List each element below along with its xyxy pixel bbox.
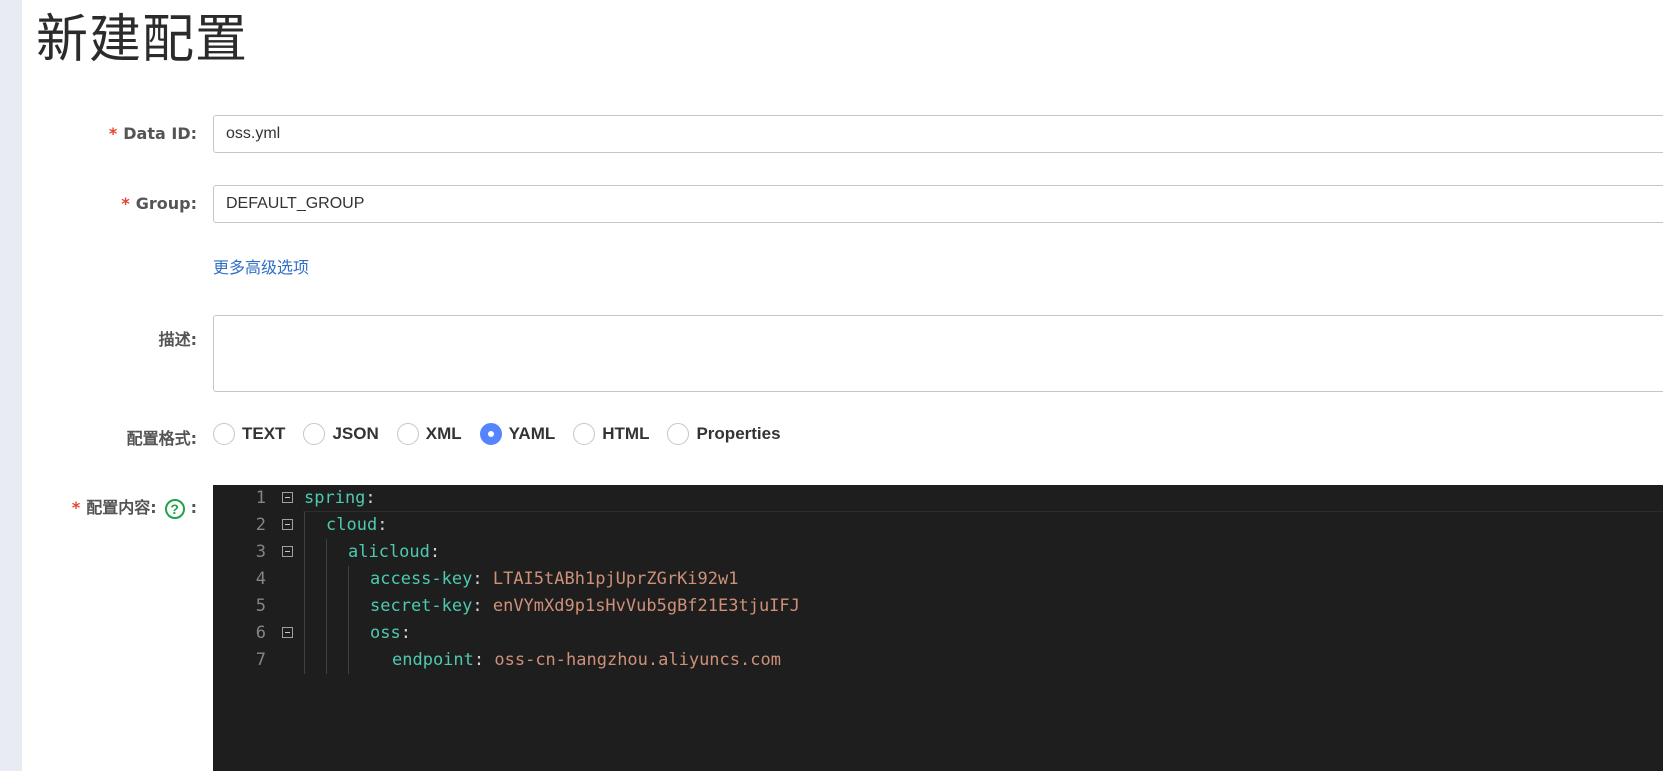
radio-button[interactable] [396, 423, 419, 445]
radio-label: Properties [696, 424, 781, 443]
format-radio-group: TEXT JSON XML YAML HTML Properties [213, 421, 799, 447]
format-option-json[interactable]: JSON [303, 423, 379, 445]
indent-guide [304, 512, 305, 674]
required-mark: * [108, 124, 118, 143]
code-text: endpoint: oss-cn-hangzhou.aliyuncs.com [392, 647, 781, 674]
yaml-key: endpoint [392, 650, 474, 670]
code-line: 4 access-key: LTAI5tABh1pjUprZGrKi92w1 [213, 566, 1663, 593]
radio-label: JSON [332, 424, 379, 443]
fold-toggle-icon[interactable] [282, 546, 293, 557]
required-mark: * [71, 498, 81, 517]
code-text: access-key: LTAI5tABh1pjUprZGrKi92w1 [370, 566, 738, 593]
fold-toggle-icon[interactable] [282, 627, 293, 638]
data-id-label-text: Data ID: [123, 124, 197, 143]
code-line: 3 alicloud: [213, 539, 1663, 566]
yaml-key: oss [370, 623, 401, 643]
line-number: 4 [255, 569, 266, 589]
yaml-separator: : [472, 596, 493, 616]
content-label: * 配置内容:?: [72, 494, 197, 519]
line-number: 6 [255, 623, 266, 643]
group-label-text: Group: [135, 194, 197, 213]
yaml-separator: : [365, 488, 376, 508]
code-line: 5 secret-key: enVYmXd9p1sHvVub5gBf21E3tju… [213, 593, 1663, 620]
code-line: 6 oss: [213, 620, 1663, 647]
code-line: 2 cloud: [213, 512, 1663, 539]
format-option-xml[interactable]: XML [396, 423, 462, 445]
yaml-value: oss-cn-hangzhou.aliyuncs.com [494, 650, 781, 670]
content-label-colon: : [190, 498, 197, 517]
yaml-key: secret-key [370, 596, 473, 616]
yaml-separator: : [400, 623, 411, 643]
yaml-key: cloud [326, 515, 378, 535]
yaml-separator: : [473, 650, 495, 670]
radio-label: XML [425, 424, 462, 443]
page-title: 新建配置 [36, 10, 249, 70]
left-sidebar-strip [0, 0, 22, 771]
advanced-options-link[interactable]: 更多高级选项 [213, 254, 309, 278]
radio-label: TEXT [242, 424, 286, 443]
group-label: * Group: [121, 194, 197, 213]
indent-guide [348, 566, 349, 674]
yaml-key: spring [304, 488, 366, 508]
radio-button[interactable] [213, 423, 235, 445]
help-icon[interactable]: ? [164, 498, 185, 519]
yaml-value: enVYmXd9p1sHvVub5gBf21E3tjuIFJ [492, 596, 800, 616]
yaml-key: access-key [370, 569, 473, 589]
format-option-html[interactable]: HTML [573, 423, 649, 445]
fold-toggle-icon[interactable] [282, 492, 293, 503]
content-label-text: 配置内容: [86, 498, 157, 517]
yaml-value: LTAI5tABh1pjUprZGrKi92w1 [492, 569, 739, 589]
code-text: oss: [370, 620, 411, 647]
yaml-separator: : [472, 569, 493, 589]
required-mark: * [121, 194, 130, 213]
radio-button[interactable] [479, 423, 502, 445]
format-option-properties[interactable]: Properties [667, 423, 781, 445]
data-id-label: * Data ID: [109, 124, 197, 143]
line-number: 1 [255, 488, 266, 508]
line-number: 2 [255, 515, 266, 535]
line-number: 7 [255, 650, 266, 670]
code-line: 7 endpoint: oss-cn-hangzhou.aliyuncs.com [213, 647, 1663, 674]
data-id-input[interactable] [213, 115, 1663, 153]
code-text: spring: [304, 485, 376, 512]
code-text: secret-key: enVYmXd9p1sHvVub5gBf21E3tjuI… [370, 593, 800, 620]
format-option-text[interactable]: TEXT [213, 423, 285, 445]
fold-toggle-icon[interactable] [282, 519, 293, 530]
code-line: 1 spring: [213, 485, 1663, 512]
radio-button[interactable] [303, 423, 326, 445]
yaml-separator: : [377, 515, 388, 535]
radio-label: YAML [508, 424, 556, 443]
radio-button[interactable] [573, 423, 596, 445]
description-label: 描述: [158, 330, 197, 349]
yaml-separator: : [429, 542, 441, 562]
line-number: 5 [255, 596, 266, 616]
line-number: 3 [255, 542, 266, 562]
description-textarea[interactable] [213, 315, 1663, 392]
radio-label: HTML [602, 424, 650, 443]
format-option-yaml[interactable]: YAML [479, 423, 556, 445]
radio-button[interactable] [667, 423, 690, 445]
code-text: cloud: [326, 512, 387, 539]
code-text: alicloud: [348, 539, 440, 566]
indent-guide [326, 539, 327, 674]
code-editor[interactable]: 1 spring: 2 cloud: 3 alicloud: 4 access-key: LT… [213, 485, 1663, 771]
yaml-key: alicloud [348, 542, 430, 562]
group-input[interactable] [213, 185, 1663, 223]
format-label: 配置格式: [126, 429, 197, 448]
